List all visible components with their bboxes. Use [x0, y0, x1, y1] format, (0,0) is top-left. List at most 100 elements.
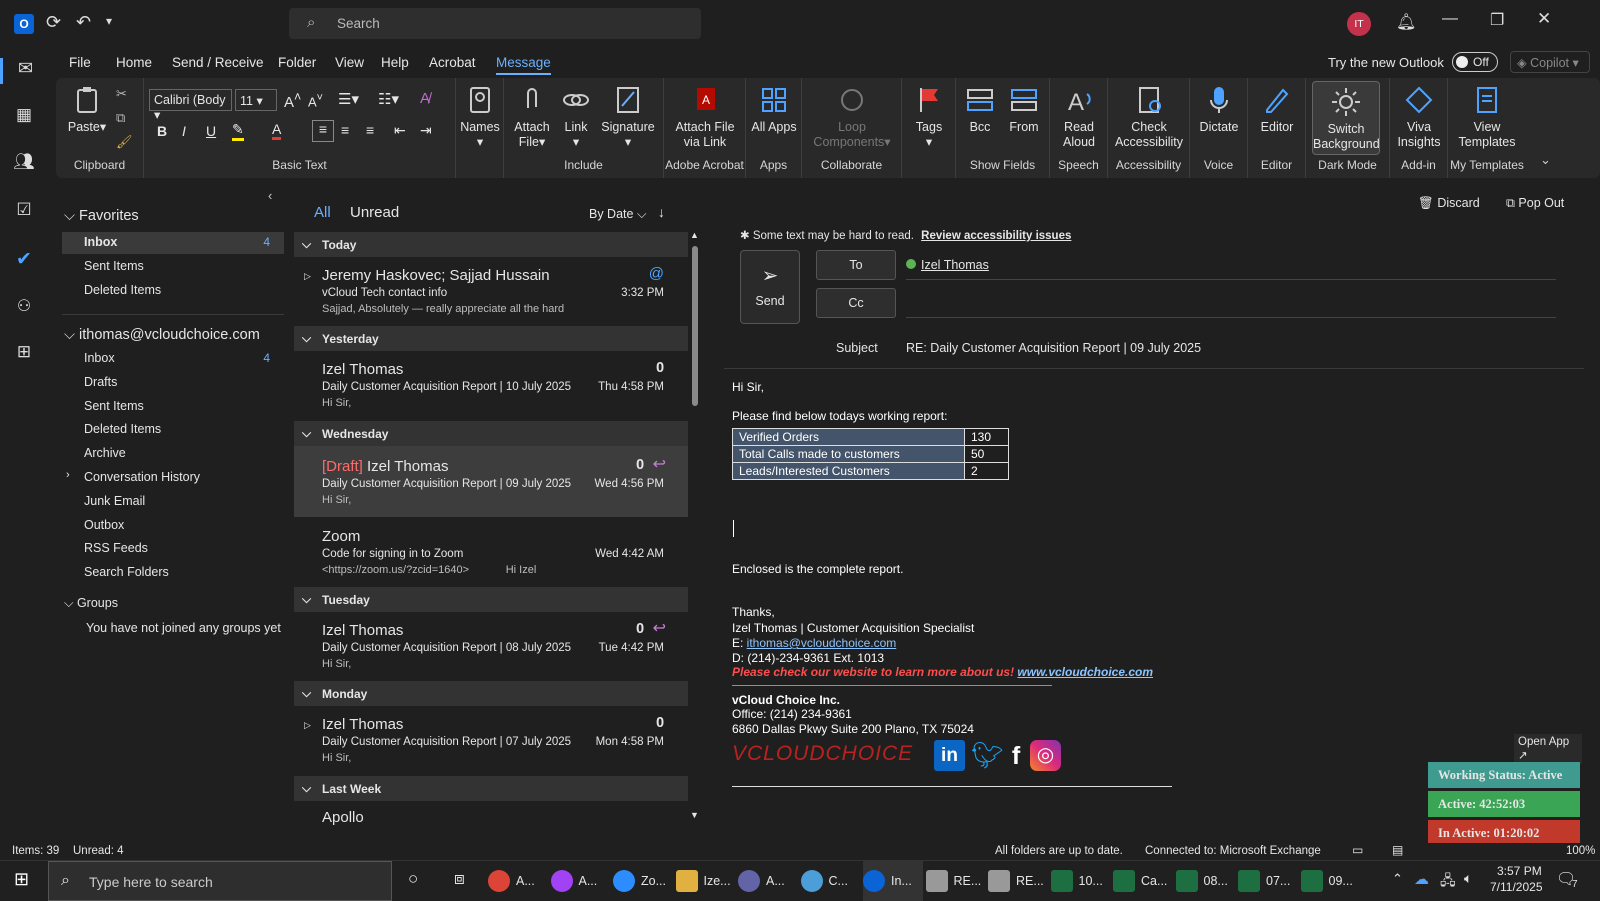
- folder-item[interactable]: Search Folders: [62, 562, 284, 584]
- scroll-down-icon[interactable]: ▼: [690, 810, 699, 820]
- read-aloud-button[interactable]: A Read Aloud: [1054, 84, 1104, 150]
- discard-button[interactable]: 🗑︎ Discard: [1418, 196, 1480, 211]
- paste-button[interactable]: Paste▾: [66, 84, 108, 135]
- align-center-icon[interactable]: ≡: [341, 122, 349, 138]
- viva-insights-button[interactable]: Viva Insights: [1392, 84, 1446, 150]
- groups-header[interactable]: ⌵ Groups: [64, 596, 118, 611]
- group-header-monday[interactable]: ⌵ Monday: [294, 681, 688, 706]
- sort-direction-icon[interactable]: ↓: [658, 204, 665, 220]
- instagram-icon[interactable]: ◎: [1030, 740, 1061, 771]
- signature-button[interactable]: Signature ▾: [596, 84, 660, 150]
- sync-icon[interactable]: ⟳: [46, 12, 61, 33]
- sort-dropdown[interactable]: By Date ⌵: [589, 207, 646, 222]
- pop-out-button[interactable]: ⧉ Pop Out: [1506, 196, 1564, 211]
- folder-sent-favorite[interactable]: Sent Items: [62, 256, 284, 278]
- folder-item[interactable]: › Conversation History: [62, 467, 284, 489]
- clear-format-icon[interactable]: A̸: [420, 90, 430, 107]
- tab-unread[interactable]: Unread: [350, 204, 399, 221]
- folder-deleted-favorite[interactable]: Deleted Items: [62, 280, 284, 302]
- menu-folder[interactable]: Folder: [278, 55, 316, 70]
- cc-field[interactable]: [906, 288, 1556, 318]
- close-icon[interactable]: ✕: [1537, 9, 1551, 29]
- calendar-icon[interactable]: ▦: [0, 105, 48, 125]
- increase-indent-icon[interactable]: ⇥: [420, 122, 432, 139]
- check-accessibility-button[interactable]: Check Accessibility: [1110, 84, 1188, 150]
- twitter-icon[interactable]: 🐦︎: [971, 740, 1004, 771]
- italic-icon[interactable]: I: [182, 123, 186, 139]
- loop-components-button[interactable]: Loop Components▾: [806, 84, 898, 150]
- taskbar-app-excel[interactable]: 10...: [1050, 861, 1111, 901]
- taskbar-app-chrome[interactable]: A...: [550, 861, 611, 901]
- folder-item[interactable]: RSS Feeds: [62, 538, 284, 560]
- folder-item[interactable]: Outbox: [62, 515, 284, 537]
- taskbar-app-excel[interactable]: 07...: [1238, 861, 1298, 901]
- bullets-icon[interactable]: ☰▾: [338, 90, 359, 108]
- link-button[interactable]: Link ▾: [558, 84, 594, 150]
- review-accessibility-link[interactable]: Review accessibility issues: [921, 230, 1071, 242]
- highlight-icon[interactable]: ✎: [232, 121, 244, 141]
- expand-thread-icon[interactable]: ▷: [304, 720, 311, 731]
- menu-home[interactable]: Home: [116, 55, 152, 70]
- task-view-icon[interactable]: ⧈: [454, 869, 465, 889]
- apps-icon[interactable]: ⊞: [0, 342, 48, 362]
- attach-file-button[interactable]: Attach File▾: [508, 84, 556, 150]
- list-item[interactable]: ▷ Izel Thomas 𝟎︎ Daily Customer Acquisit…: [294, 706, 688, 774]
- account-header[interactable]: ⌵ ithomas@vcloudchoice.com: [64, 327, 260, 343]
- bell-icon[interactable]: 🔔︎: [1396, 12, 1416, 32]
- names-button[interactable]: Names ▾: [456, 84, 504, 150]
- group-header-yesterday[interactable]: ⌵ Yesterday: [294, 326, 688, 351]
- taskbar-search[interactable]: ⌕ Type here to search: [48, 861, 392, 901]
- taskbar-app-mail[interactable]: RE...: [988, 861, 1048, 901]
- folder-item[interactable]: Deleted Items: [62, 419, 284, 441]
- windows-start-icon[interactable]: ⊞: [14, 869, 29, 890]
- list-item[interactable]: Izel Thomas 𝟎︎ Daily Customer Acquisitio…: [294, 351, 688, 419]
- font-size-select[interactable]: 11 ▾: [235, 89, 277, 111]
- switch-background-button[interactable]: Switch Background: [1312, 81, 1380, 155]
- collapse-pane-icon[interactable]: ‹: [268, 188, 272, 203]
- favorites-header[interactable]: ⌵ Favorites: [64, 208, 139, 224]
- menu-acrobat[interactable]: Acrobat: [429, 55, 476, 70]
- bold-icon[interactable]: B: [157, 123, 167, 139]
- all-apps-button[interactable]: All Apps: [750, 84, 798, 135]
- cortana-icon[interactable]: ○: [408, 869, 418, 889]
- from-button[interactable]: From: [1002, 84, 1046, 135]
- decrease-indent-icon[interactable]: ⇤: [394, 122, 406, 139]
- folder-item[interactable]: Drafts: [62, 372, 284, 394]
- send-button[interactable]: ➢ Send: [740, 250, 800, 324]
- taskbar-app-file-explorer[interactable]: Ize...: [675, 861, 736, 901]
- minimize-icon[interactable]: —: [1442, 10, 1458, 28]
- grow-font-icon[interactable]: A˄: [284, 90, 301, 111]
- new-outlook-toggle[interactable]: Off: [1452, 52, 1498, 72]
- subject-field[interactable]: RE: Daily Customer Acquisition Report | …: [906, 336, 1556, 362]
- clock-time[interactable]: 3:57 PM: [1497, 864, 1542, 878]
- menu-file[interactable]: File: [69, 55, 91, 70]
- undo-icon[interactable]: ↶: [76, 12, 91, 33]
- recipient-chip[interactable]: Izel Thomas: [921, 258, 989, 272]
- copilot-button[interactable]: ◈ Copilot ▾: [1510, 51, 1590, 73]
- menu-message[interactable]: Message: [496, 55, 551, 75]
- onedrive-icon[interactable]: ☁: [1414, 870, 1429, 888]
- list-item-selected[interactable]: [Draft] Izel Thomas 𝟎︎ ↩ Daily Customer …: [294, 446, 688, 517]
- facebook-icon[interactable]: f: [1006, 742, 1026, 771]
- clock-date[interactable]: 7/11/2025: [1490, 880, 1543, 894]
- group-header-wednesday[interactable]: ⌵ Wednesday: [294, 421, 688, 446]
- tags-button[interactable]: Tags ▾: [906, 84, 952, 150]
- menu-help[interactable]: Help: [381, 55, 409, 70]
- taskbar-app-zoom[interactable]: Zo...: [613, 861, 673, 901]
- list-item[interactable]: Izel Thomas 𝟎︎ ↩ Daily Customer Acquisit…: [294, 612, 688, 680]
- folder-item[interactable]: Junk Email: [62, 491, 284, 513]
- email-link[interactable]: ithomas@vcloudchoice.com: [747, 636, 897, 650]
- underline-icon[interactable]: U: [206, 123, 216, 139]
- reading-view-icon[interactable]: ▤: [1392, 843, 1403, 857]
- avatar[interactable]: IT: [1347, 12, 1371, 36]
- folder-inbox-favorite[interactable]: Inbox 4: [62, 232, 284, 254]
- website-link[interactable]: www.vcloudchoice.com: [1017, 665, 1153, 679]
- editor-button[interactable]: Editor: [1252, 84, 1302, 135]
- search-box[interactable]: ⌕ Search: [289, 8, 701, 39]
- chevron-right-icon[interactable]: ›: [66, 469, 70, 481]
- dictate-button[interactable]: Dictate: [1194, 84, 1244, 135]
- network-icon[interactable]: 🖧︎: [1440, 870, 1456, 894]
- list-item[interactable]: ▷ Jeremy Haskovec; Sajjad Hussain @ vClo…: [294, 257, 688, 325]
- taskbar-app-excel[interactable]: Ca...: [1113, 861, 1173, 901]
- volume-icon[interactable]: 🔈︎: [1464, 870, 1472, 887]
